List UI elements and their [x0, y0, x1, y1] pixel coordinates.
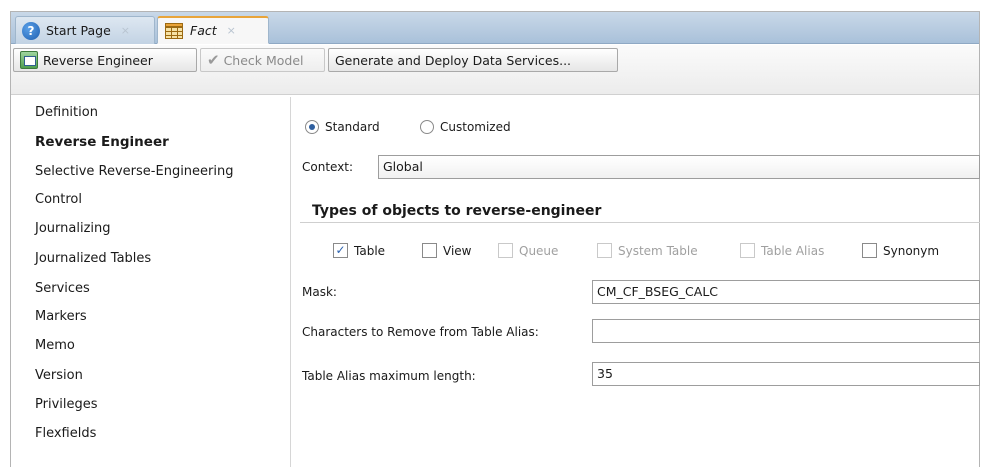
help-icon: ?: [22, 21, 40, 40]
nav-item-journalized-tables[interactable]: Journalized Tables: [35, 251, 151, 267]
types-section-title: Types of objects to reverse-engineer: [312, 203, 602, 219]
nav-item-markers[interactable]: Markers: [35, 309, 87, 325]
section-divider: [300, 222, 980, 223]
nav-item-privileges[interactable]: Privileges: [35, 397, 98, 413]
nav-item-control[interactable]: Control: [35, 192, 82, 208]
reverse-engineer-button[interactable]: Reverse Engineer: [13, 48, 197, 72]
context-label: Context:: [302, 160, 354, 174]
chars-remove-input[interactable]: [592, 319, 980, 343]
fact-table-icon: [164, 22, 184, 40]
mask-label: Mask:: [302, 285, 337, 299]
table-checkbox[interactable]: ✓: [333, 243, 348, 258]
system-table-label: System Table: [618, 243, 698, 258]
close-icon[interactable]: ×: [121, 24, 130, 37]
panel-divider: [290, 97, 291, 467]
generate-deploy-button[interactable]: Generate and Deploy Data Services...: [328, 48, 618, 72]
toolbar: Reverse Engineer ✔ Check Model Generate …: [11, 45, 979, 95]
view-checkbox[interactable]: [422, 243, 437, 258]
check-model-label: Check Model: [223, 52, 304, 68]
table-alias-label: Table Alias: [761, 243, 825, 258]
alias-max-length-label: Table Alias maximum length:: [302, 369, 476, 383]
mask-input[interactable]: CM_CF_BSEG_CALC: [592, 280, 980, 304]
nav-item-definition[interactable]: Definition: [35, 105, 98, 121]
tab-start-page[interactable]: ? Start Page ×: [15, 16, 155, 44]
nav-item-reverse-engineer[interactable]: Reverse Engineer: [35, 134, 169, 150]
nav-item-flexfields[interactable]: Flexfields: [35, 426, 96, 442]
reverse-engineer-label: Reverse Engineer: [43, 52, 153, 68]
close-icon[interactable]: ×: [227, 24, 236, 37]
nav-item-memo[interactable]: Memo: [35, 338, 75, 354]
nav-item-version[interactable]: Version: [35, 368, 83, 384]
synonym-label: Synonym: [883, 243, 940, 258]
generate-deploy-label: Generate and Deploy Data Services...: [335, 52, 572, 68]
synonym-checkbox[interactable]: [862, 243, 877, 258]
standard-label: Standard: [325, 120, 380, 134]
type-synonym-option[interactable]: Synonym: [862, 243, 939, 258]
nav-item-journalizing[interactable]: Journalizing: [35, 221, 111, 237]
customized-radio[interactable]: [420, 120, 434, 134]
tab-strip: ? Start Page × Fact ×: [11, 12, 979, 44]
context-select[interactable]: Global: [378, 155, 980, 179]
view-label: View: [443, 243, 472, 258]
nav-item-services[interactable]: Services: [35, 281, 90, 297]
type-queue-option: Queue: [498, 243, 558, 258]
tab-label: Start Page: [46, 23, 111, 38]
mode-customized-option[interactable]: Customized: [420, 120, 511, 134]
editor-window: ? Start Page × Fact × Reverse Engineer ✔…: [10, 11, 980, 467]
table-label: Table: [354, 243, 386, 258]
standard-radio[interactable]: [305, 120, 319, 134]
system-table-checkbox: [597, 243, 612, 258]
nav-item-selective-reverse-engineering[interactable]: Selective Reverse-Engineering: [35, 164, 234, 180]
type-view-option[interactable]: View: [422, 243, 471, 258]
tab-fact[interactable]: Fact ×: [157, 16, 269, 44]
queue-label: Queue: [519, 243, 559, 258]
tab-label: Fact: [190, 23, 217, 38]
checkmark-icon: ✔: [207, 51, 220, 69]
type-table-alias-option: Table Alias: [740, 243, 824, 258]
check-model-button[interactable]: ✔ Check Model: [200, 48, 325, 72]
mode-standard-option[interactable]: Standard: [305, 120, 380, 134]
chars-remove-label: Characters to Remove from Table Alias:: [302, 325, 539, 339]
alias-max-length-input[interactable]: 35: [592, 362, 980, 386]
queue-checkbox: [498, 243, 513, 258]
reverse-engineer-icon: [20, 51, 38, 69]
type-system-table-option: System Table: [597, 243, 698, 258]
customized-label: Customized: [440, 120, 511, 134]
type-table-option[interactable]: ✓ Table: [333, 243, 385, 258]
table-alias-checkbox: [740, 243, 755, 258]
